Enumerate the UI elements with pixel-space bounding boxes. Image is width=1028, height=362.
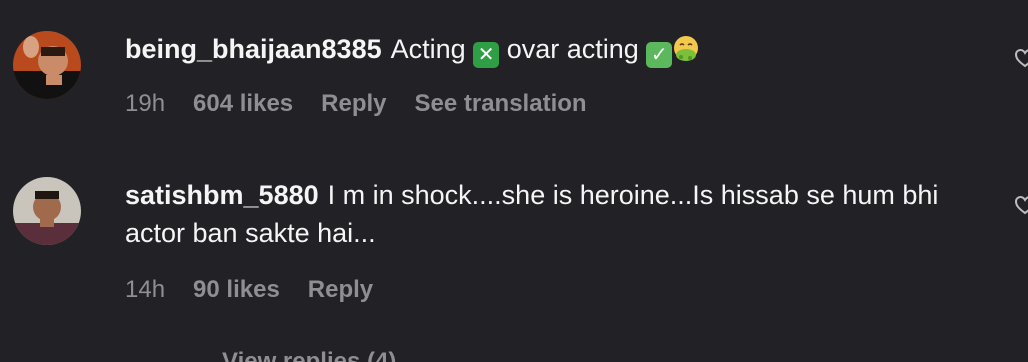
like-heart-icon[interactable] <box>1014 47 1028 69</box>
comment-body: being_bhaijaan8385 Acting ✕ ovar acting ✓ <box>125 30 985 68</box>
comment-time: 14h <box>125 276 166 303</box>
comment-username[interactable]: being_bhaijaan8385 <box>125 34 382 64</box>
comment-text: ovar acting <box>506 34 639 64</box>
reply-button[interactable]: Reply <box>308 276 373 304</box>
cross-mark-emoji-icon: ✕ <box>473 42 500 68</box>
likes-count[interactable]: 604 likes <box>193 90 293 118</box>
reply-button[interactable]: Reply <box>321 90 386 118</box>
comment-body: satishbm_5880 I m in shock....she is hero… <box>125 176 985 252</box>
avatar[interactable] <box>13 31 81 99</box>
comment-meta: 14h 90 likes Reply <box>125 275 401 305</box>
nauseated-face-emoji-icon <box>672 35 700 63</box>
like-heart-icon[interactable] <box>1014 194 1028 216</box>
comment-username[interactable]: satishbm_5880 <box>125 180 319 210</box>
avatar-image <box>13 31 81 99</box>
comment-meta: 19h 604 likes Reply See translation <box>125 89 615 119</box>
check-mark-emoji-icon: ✓ <box>646 42 673 68</box>
comment-time: 19h <box>125 90 166 117</box>
likes-count[interactable]: 90 likes <box>193 276 280 304</box>
avatar-image <box>13 177 81 245</box>
view-replies-button[interactable]: View replies (4) <box>222 348 396 362</box>
comments-panel: being_bhaijaan8385 Acting ✕ ovar acting ✓… <box>0 0 1028 362</box>
avatar[interactable] <box>13 177 81 245</box>
see-translation-button[interactable]: See translation <box>415 90 587 118</box>
comment-text: Acting <box>390 34 466 64</box>
